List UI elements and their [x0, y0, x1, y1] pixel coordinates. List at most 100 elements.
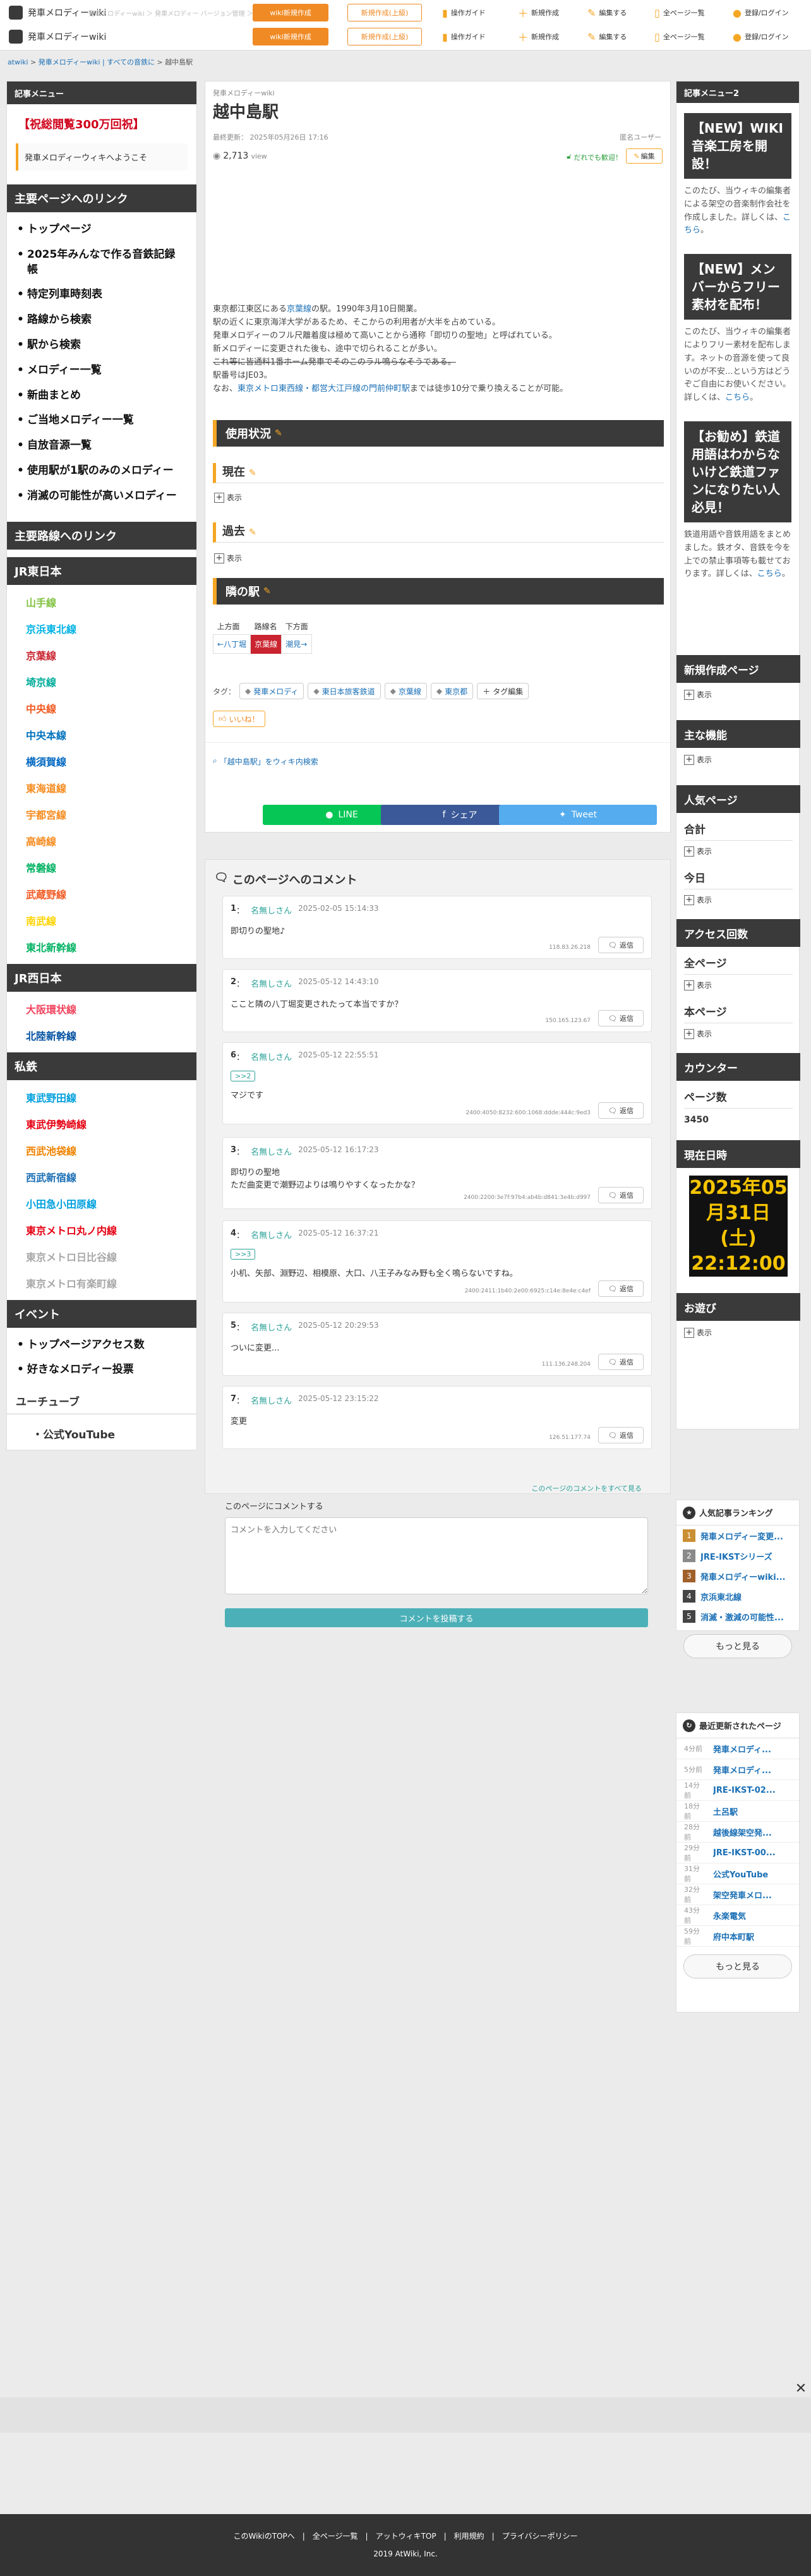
line-link-item[interactable]: 西武新宿線 — [7, 1164, 196, 1190]
line-link-item[interactable]: 南武線 — [7, 907, 196, 934]
recent-item[interactable]: 4分前 発車メロディ... — [676, 1738, 799, 1759]
recent-item[interactable]: 5分前 発車メロディ... — [676, 1759, 799, 1780]
footer-link[interactable]: 全ページ一覧 — [313, 2532, 358, 2541]
line-link-item[interactable]: 中央本線 — [7, 721, 196, 748]
body-link[interactable]: 京葉線 — [287, 304, 311, 314]
ranking-more-button[interactable]: もっと見る — [683, 1634, 792, 1658]
line-link-item[interactable]: 横須賀線 — [7, 748, 196, 774]
recent-item[interactable]: 43分前 永楽電気 — [676, 1905, 799, 1926]
edit-link[interactable]: ✎ 編集する — [587, 7, 627, 19]
main-link-item[interactable]: 駅から検索 — [15, 333, 189, 358]
reply-button[interactable]: 🗨︎ 返信 — [598, 1280, 644, 1297]
tag-edit-button[interactable]: ＋タグ編集 — [477, 683, 529, 699]
comment-author[interactable]: 名無しさん — [251, 904, 292, 916]
ranking-item[interactable]: 5 消滅・激減の可能性... — [676, 1606, 799, 1627]
features-toggle[interactable]: + 表示 — [676, 748, 800, 771]
line-link-item[interactable]: 中央線 — [7, 695, 196, 721]
wiki-new-button[interactable]: wiki新規作成 — [253, 4, 328, 21]
line-link-item[interactable]: 常磐線 — [7, 854, 196, 881]
recent-item[interactable]: 14分前 JRE-IKST-02... — [676, 1780, 799, 1801]
advanced-new-button[interactable]: 新規作成(上級) — [347, 4, 422, 21]
comment-author[interactable]: 名無しさん — [251, 1050, 292, 1062]
current-toggle[interactable]: + 表示 — [214, 492, 242, 503]
recent-item[interactable]: 59分前 府中本町駅 — [676, 1926, 799, 1947]
reply-button[interactable]: 🗨︎ 返信 — [598, 1187, 644, 1203]
comment-author[interactable]: 名無しさん — [251, 977, 292, 989]
line-link-item[interactable]: 大阪環状線 — [7, 996, 196, 1022]
login-link[interactable]: ● 登録/ログイン — [733, 7, 789, 19]
comment-author[interactable]: 名無しさん — [251, 1229, 292, 1241]
tag-item[interactable]: ◆ 東日本旅客鉄道 — [308, 683, 381, 699]
close-icon[interactable]: ✕ — [793, 2381, 808, 2397]
site-logo-2[interactable]: 発車メロディーwiki — [9, 30, 106, 44]
transfer-link[interactable]: 東京メトロ東西線・都営大江戸線の門前仲町駅 — [237, 384, 410, 394]
main-link-item[interactable]: 自放音源一覧 — [15, 433, 189, 459]
line-link-item[interactable]: 高崎線 — [7, 828, 196, 854]
nb-up-station[interactable]: ←八丁堀 — [212, 634, 251, 654]
line-link-item[interactable]: 山手線 — [7, 589, 196, 615]
new-pages-toggle[interactable]: + 表示 — [676, 683, 800, 706]
ranking-item[interactable]: 4 京浜東北線 — [676, 1586, 799, 1606]
create-link[interactable]: ＋新規作成 — [518, 5, 559, 20]
tweet-button[interactable]: ✦ Tweet — [499, 805, 657, 825]
promo-2-link[interactable]: こちら — [725, 393, 750, 402]
all-pages-link-2[interactable]: ▯ 全ページ一覧 — [654, 31, 705, 43]
all-pages-link[interactable]: ▯ 全ページ一覧 — [654, 7, 705, 19]
tag-item[interactable]: ◆ 発車メロディ — [239, 683, 304, 699]
line-link-item[interactable]: 東京メトロ有楽町線 — [7, 1270, 196, 1296]
breadcrumb-site[interactable]: 発車メロディーwiki | すべての音鉄に — [39, 58, 155, 66]
this-page-toggle[interactable]: + 表示 — [676, 1023, 800, 1044]
ranking-item[interactable]: 3 発車メロディーwiki... — [676, 1566, 799, 1586]
nb-down-station[interactable]: 潮見→ — [281, 634, 313, 654]
reply-button[interactable]: 🗨︎ 返信 — [598, 1010, 644, 1026]
footer-link[interactable]: アットウィキTOP — [376, 2532, 436, 2541]
reply-button[interactable]: 🗨︎ 返信 — [598, 1427, 644, 1443]
main-link-item[interactable]: メロディー一覧 — [15, 358, 189, 383]
wiki-search-link[interactable]: ⌕ 「越中島駅」をウィキ内検索 — [213, 756, 318, 767]
event-link-item[interactable]: トップページアクセス数 — [15, 1333, 189, 1358]
welcome-link[interactable]: 発車メロディーウィキへようこそ — [16, 143, 188, 171]
comment-author[interactable]: 名無しさん — [251, 1145, 292, 1157]
line-link-item[interactable]: 東武野田線 — [7, 1084, 196, 1110]
comment-anchor[interactable]: >>2 — [231, 1071, 256, 1081]
comment-author[interactable]: 名無しさん — [251, 1394, 292, 1406]
main-link-item[interactable]: トップページ — [15, 217, 189, 243]
tag-item[interactable]: ◆ 東京都 — [430, 683, 474, 699]
comment-author[interactable]: 名無しさん — [251, 1321, 292, 1333]
edit-button[interactable]: ✎ 編集 — [626, 148, 663, 164]
comment-anchor[interactable]: >>3 — [231, 1249, 256, 1260]
recent-item[interactable]: 31分前 公式YouTube — [676, 1863, 799, 1884]
line-link-item[interactable]: 西武池袋線 — [7, 1137, 196, 1164]
line-link-item[interactable]: 東武伊勢崎線 — [7, 1110, 196, 1137]
total-toggle[interactable]: + 表示 — [676, 841, 800, 862]
ranking-item[interactable]: 1 発車メロディー変更... — [676, 1526, 799, 1546]
line-link-item[interactable]: 東海道線 — [7, 774, 196, 801]
line-link-item[interactable]: 京葉線 — [7, 642, 196, 668]
main-link-item[interactable]: 新曲まとめ — [15, 383, 189, 409]
main-link-item[interactable]: ご当地メロディー一覧 — [15, 408, 189, 433]
main-link-item[interactable]: 特定列車時刻表 — [15, 282, 189, 308]
line-link-item[interactable]: 京浜東北線 — [7, 615, 196, 642]
line-link-item[interactable]: 東京メトロ日比谷線 — [7, 1243, 196, 1270]
main-link-item[interactable]: 路線から検索 — [15, 308, 189, 333]
like-button[interactable]: 👍︎ いいね！ — [213, 711, 265, 727]
line-link-item[interactable]: 宇都宮線 — [7, 801, 196, 828]
today-toggle[interactable]: + 表示 — [676, 889, 800, 910]
comment-input[interactable] — [225, 1517, 648, 1594]
reply-button[interactable]: 🗨︎ 返信 — [598, 937, 644, 953]
create-link-2[interactable]: ＋新規作成 — [518, 29, 559, 44]
promo-3-link[interactable]: こちら — [757, 569, 782, 579]
reply-button[interactable]: 🗨︎ 返信 — [598, 1102, 644, 1119]
main-link-item[interactable]: 使用駅が1駅のみのメロディー — [15, 459, 189, 484]
edit-link-2[interactable]: ✎ 編集する — [587, 31, 627, 43]
breadcrumb-root[interactable]: atwiki — [8, 58, 28, 66]
advanced-new-button-2[interactable]: 新規作成(上級) — [347, 28, 422, 45]
youtube-link[interactable]: ・公式YouTube — [7, 1414, 196, 1453]
guide-link[interactable]: ▮ 操作ガイド — [442, 7, 486, 19]
main-link-item[interactable]: 消滅の可能性が高いメロディー — [15, 484, 189, 509]
see-all-comments[interactable]: このページのコメントをすべて見る — [225, 1483, 642, 1493]
line-link-item[interactable]: 東北新幹線 — [7, 934, 196, 960]
recent-item[interactable]: 32分前 架空発車メロ... — [676, 1884, 799, 1905]
event-link-item[interactable]: 好きなメロディー投票 — [15, 1357, 189, 1383]
line-link-item[interactable]: 北陸新幹線 — [7, 1022, 196, 1049]
